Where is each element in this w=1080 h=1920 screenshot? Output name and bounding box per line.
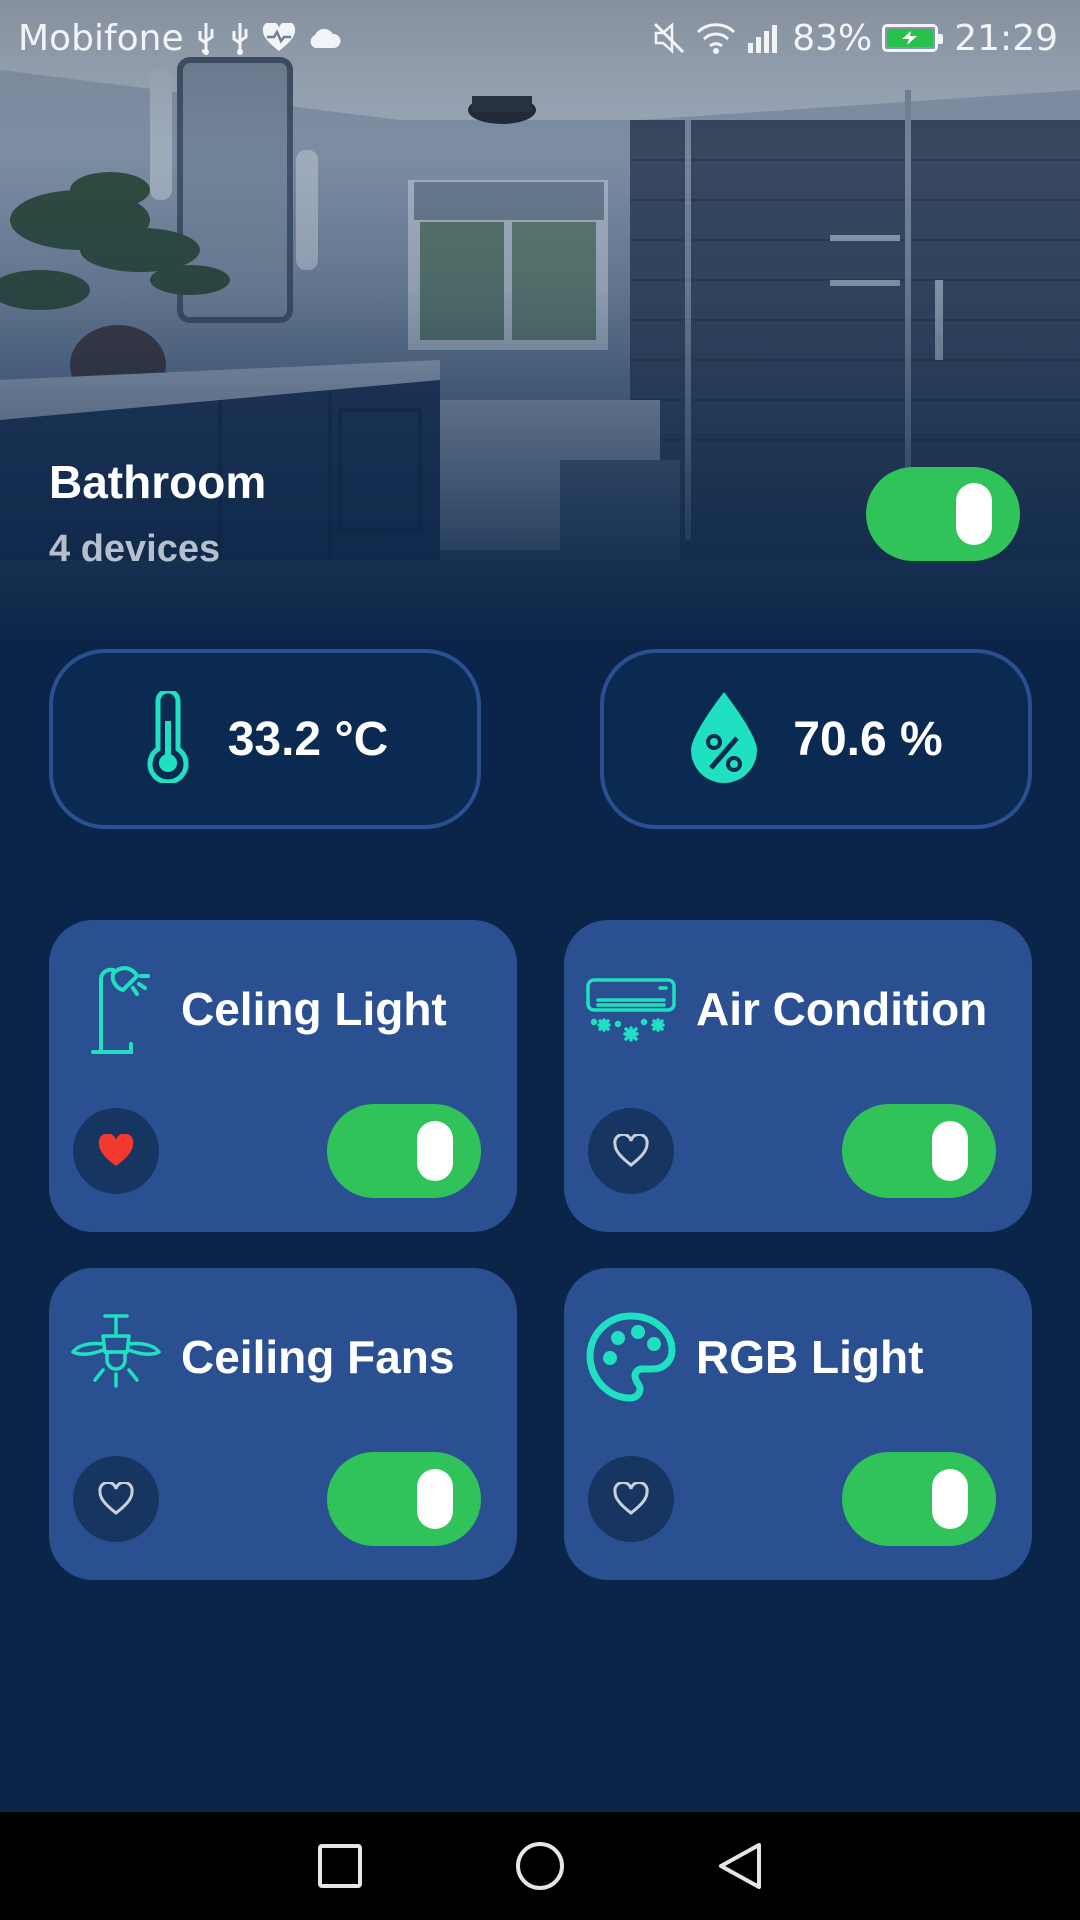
heart-outline-icon xyxy=(98,1482,134,1515)
device-toggle[interactable] xyxy=(327,1452,481,1546)
toggle-knob xyxy=(417,1469,453,1529)
toggle-knob xyxy=(932,1121,968,1181)
device-card-air-condition[interactable]: Air Condition xyxy=(564,920,1032,1232)
palette-icon xyxy=(586,1312,676,1402)
device-card-rgb-light[interactable]: RGB Light xyxy=(564,1268,1032,1580)
temperature-value: 33.2 °C xyxy=(227,712,389,766)
device-card-ceiling-fans[interactable]: Ceiling Fans xyxy=(49,1268,517,1580)
home-button[interactable] xyxy=(505,1831,575,1901)
device-toggle[interactable] xyxy=(842,1452,996,1546)
usb-icon xyxy=(194,21,218,55)
device-toggle[interactable] xyxy=(842,1104,996,1198)
humidity-sensor: 70.6 % xyxy=(600,649,1032,829)
cloud-icon xyxy=(306,26,342,50)
heart-filled-icon xyxy=(98,1134,134,1166)
heart-outline-icon xyxy=(613,1482,649,1515)
temperature-sensor: 33.2 °C xyxy=(49,649,481,829)
clock: 21:29 xyxy=(954,17,1058,59)
device-name: Ceiling Fans xyxy=(181,1331,455,1383)
battery-percentage: 83% xyxy=(792,17,873,59)
room-title: Bathroom xyxy=(49,456,267,508)
air-conditioner-icon xyxy=(586,964,676,1054)
thermometer-icon xyxy=(142,688,194,788)
usb-icon xyxy=(228,21,252,55)
humidity-drop-icon xyxy=(689,690,759,789)
favorite-button[interactable] xyxy=(588,1108,674,1194)
heart-rate-icon xyxy=(262,23,296,53)
toggle-knob xyxy=(956,483,992,545)
humidity-value: 70.6 % xyxy=(793,712,943,766)
status-bar: Mobifone 83% 21:29 xyxy=(0,0,1080,76)
ceiling-fan-icon xyxy=(71,1312,161,1402)
system-navigation-bar xyxy=(0,1812,1080,1920)
signal-icon xyxy=(746,23,782,53)
device-toggle[interactable] xyxy=(327,1104,481,1198)
carrier-name: Mobifone xyxy=(18,17,184,59)
toggle-knob xyxy=(932,1469,968,1529)
favorite-button[interactable] xyxy=(73,1108,159,1194)
favorite-button[interactable] xyxy=(588,1456,674,1542)
wifi-icon xyxy=(696,22,736,54)
recent-apps-icon xyxy=(318,1844,362,1888)
recent-apps-button[interactable] xyxy=(305,1831,375,1901)
device-count: 4 devices xyxy=(49,528,221,570)
heart-outline-icon xyxy=(613,1134,649,1167)
device-card-ceiling-light[interactable]: Celing Light xyxy=(49,920,517,1232)
toggle-knob xyxy=(417,1121,453,1181)
mute-icon xyxy=(652,21,686,55)
home-icon xyxy=(516,1842,564,1890)
favorite-button[interactable] xyxy=(73,1456,159,1542)
device-name: Celing Light xyxy=(181,983,447,1035)
device-name: Air Condition xyxy=(696,983,988,1035)
ceiling-light-icon xyxy=(71,964,161,1056)
device-name: RGB Light xyxy=(696,1331,924,1383)
back-button[interactable] xyxy=(705,1831,775,1901)
battery-charging-icon xyxy=(882,24,944,52)
room-power-toggle[interactable] xyxy=(866,467,1020,561)
back-icon xyxy=(719,1843,761,1889)
